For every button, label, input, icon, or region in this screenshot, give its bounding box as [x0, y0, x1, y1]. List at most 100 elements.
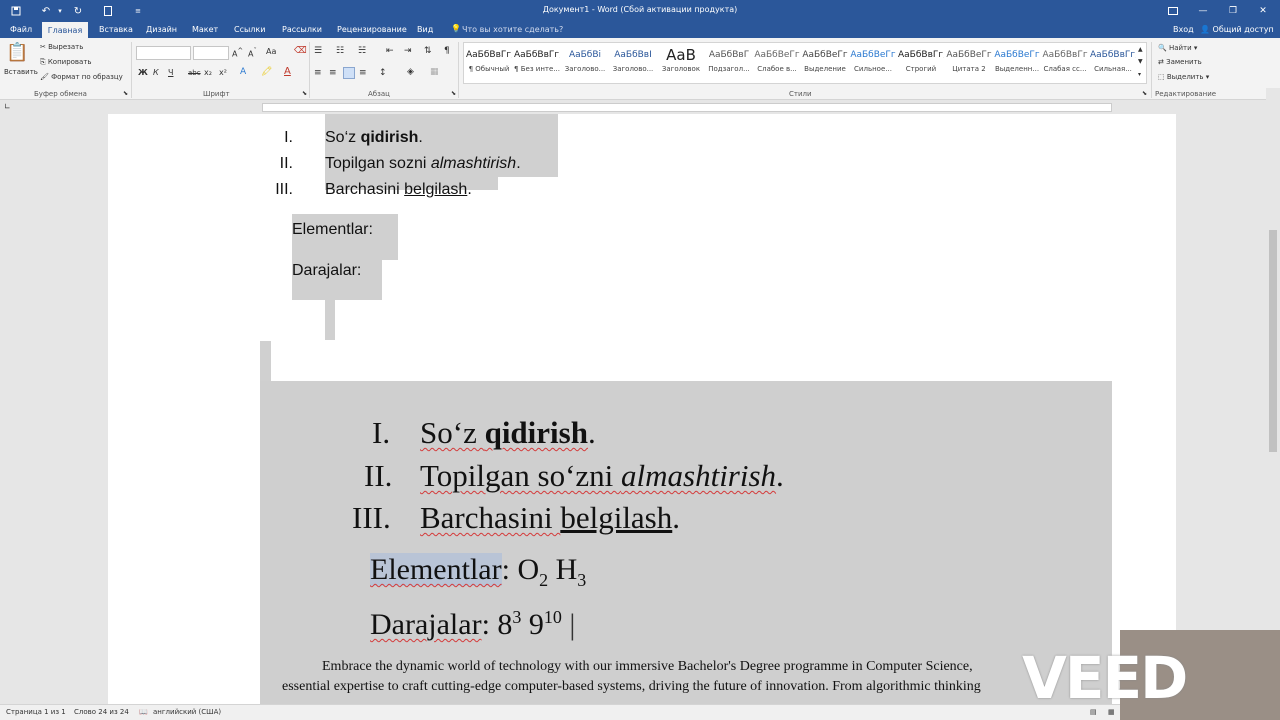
language-indicator[interactable]: английский (США) [153, 708, 221, 716]
bullets-icon[interactable]: ☰ [314, 46, 322, 56]
image-list-number: I. [372, 415, 391, 450]
page-count[interactable]: Страница 1 из 1 [6, 708, 66, 716]
align-left-icon[interactable]: ≡ [314, 68, 322, 78]
style-name: Строгий [905, 65, 937, 73]
word-count[interactable]: Слово 24 из 24 [74, 708, 129, 716]
paste-button[interactable]: Вставить [4, 68, 38, 76]
select-label: Выделить [1166, 73, 1204, 81]
style-gallery-item[interactable]: АаБбВвГг, Строгий [898, 45, 944, 83]
vertical-scrollbar[interactable] [1266, 88, 1280, 704]
separator [458, 42, 459, 98]
horizontal-ruler[interactable]: ∟ [0, 100, 1280, 114]
tab-home[interactable]: Главная [42, 22, 88, 38]
copy-button[interactable]: ⎘ Копировать [40, 58, 92, 67]
align-center-icon[interactable]: ≡ [329, 68, 337, 78]
sign-in-link[interactable]: Вход [1173, 25, 1194, 34]
editing-group-label: Редактирование [1155, 90, 1217, 98]
styles-launcher-icon[interactable]: ⬊ [1142, 90, 1147, 97]
proofing-icon[interactable]: 📖 [139, 708, 148, 716]
selection-highlight [260, 341, 271, 381]
style-gallery-item[interactable]: АаБбВвІ Заголово... [610, 45, 656, 83]
pilcrow-icon[interactable]: ¶ [444, 46, 450, 56]
style-gallery-item[interactable]: АаБбВеГг Выделение [802, 45, 848, 83]
borders-icon[interactable]: ▦ [430, 67, 439, 77]
paragraph-launcher-icon[interactable]: ⬊ [451, 90, 456, 97]
select-button[interactable]: ⬚ Выделить ▾ [1158, 73, 1209, 81]
gallery-more-icon[interactable]: ▾ [1138, 71, 1141, 78]
strikethrough-button[interactable]: abc [188, 69, 201, 77]
restore-icon[interactable]: ❐ [1222, 2, 1244, 20]
tab-review[interactable]: Рецензирование [337, 25, 407, 34]
line-spacing-icon[interactable]: ↕ [379, 68, 387, 78]
close-icon[interactable]: ✕ [1252, 2, 1274, 20]
decrease-indent-icon[interactable]: ⇤ [386, 46, 394, 56]
paste-icon[interactable]: 📋 [6, 42, 28, 63]
list-text: Topilgan sozni almashtirish. [325, 155, 521, 172]
text-effects-icon[interactable]: A [240, 67, 246, 77]
numbering-icon[interactable]: ☷ [336, 46, 344, 56]
ruler-track[interactable] [262, 103, 1112, 112]
share-button[interactable]: 👤 Общий доступ [1200, 25, 1274, 34]
bold-button[interactable]: Ж [138, 68, 148, 77]
minimize-icon[interactable]: — [1192, 2, 1214, 20]
font-launcher-icon[interactable]: ⬊ [302, 90, 307, 97]
style-gallery-item[interactable]: АаБбВвГг Слабая сс... [1042, 45, 1088, 83]
change-case-icon[interactable]: Aa [266, 47, 276, 56]
shrink-font-icon[interactable]: Aˇ [248, 47, 257, 59]
gallery-down-icon[interactable]: ▼ [1138, 58, 1143, 65]
gallery-up-icon[interactable]: ▲ [1138, 46, 1143, 53]
document-page[interactable]: I. So‘z qidirish. II. Topilgan sozni alm… [108, 114, 1176, 704]
align-right-button[interactable] [343, 67, 355, 79]
clear-format-icon[interactable]: ⌫ [294, 46, 307, 56]
highlight-icon[interactable]: 🖍 [261, 67, 272, 77]
clipboard-launcher-icon[interactable]: ⬊ [123, 90, 128, 97]
vertical-ruler[interactable] [0, 114, 14, 704]
style-name: Заголово... [612, 65, 654, 73]
image-list-text: Topilgan so‘zni almashtirish. [420, 458, 784, 493]
style-gallery-item[interactable]: АаБбВвГг, ¶ Обычный [466, 45, 512, 83]
find-button[interactable]: 🔍 Найти ▾ [1158, 44, 1197, 52]
tab-references[interactable]: Ссылки [234, 25, 265, 34]
style-gallery-item[interactable]: АаБбВеГг Сильное... [850, 45, 896, 83]
font-color-icon[interactable]: A [284, 66, 291, 77]
replace-button[interactable]: ⇄ Заменить [1158, 58, 1202, 66]
scrollbar-thumb[interactable] [1269, 230, 1277, 452]
underline-button[interactable]: Ч [168, 68, 173, 77]
italic-button[interactable]: К [153, 68, 159, 77]
tab-file[interactable]: Файл [10, 25, 32, 34]
style-gallery-item[interactable]: АаБбВвГг, ¶ Без инте... [514, 45, 560, 83]
style-gallery-item[interactable]: АаБбВвГг, Сильная... [1090, 45, 1136, 83]
subscript-button[interactable]: x₂ [204, 68, 212, 77]
style-gallery-item[interactable]: АаБбВеГг Выделенн... [994, 45, 1040, 83]
tab-selector-icon[interactable]: ∟ [4, 102, 11, 111]
tab-layout[interactable]: Макет [192, 25, 218, 34]
superscript-button[interactable]: x² [219, 68, 227, 77]
increase-indent-icon[interactable]: ⇥ [404, 46, 412, 56]
tab-view[interactable]: Вид [417, 25, 433, 34]
font-size-combo[interactable] [193, 46, 229, 60]
style-gallery-item[interactable]: АаБбВеГг Слабое в... [754, 45, 800, 83]
font-name-combo[interactable] [136, 46, 191, 60]
format-painter-button[interactable]: 🖌 Формат по образцу [40, 73, 123, 81]
style-gallery-item[interactable]: АаВ Заголовок [658, 45, 704, 83]
shading-icon[interactable]: ◈ [407, 67, 414, 77]
ribbon-tabs: Файл Главная Вставка Дизайн Макет Ссылки… [0, 22, 1280, 38]
style-gallery-item[interactable]: АаБбВі Заголово... [562, 45, 608, 83]
style-name: Подзагол... [708, 65, 750, 73]
multilevel-icon[interactable]: ☵ [358, 46, 366, 56]
tab-design[interactable]: Дизайн [146, 25, 177, 34]
justify-icon[interactable]: ≡ [359, 68, 367, 78]
tell-me-input[interactable]: Что вы хотите сделать? [462, 25, 563, 34]
grow-font-icon[interactable]: A^ [232, 47, 243, 59]
image-elementlar-line: Elementlar: O2 H3 [370, 553, 587, 590]
style-gallery-item[interactable]: АаБбВвГ Подзагол... [706, 45, 752, 83]
ribbon-display-icon[interactable] [1162, 2, 1184, 20]
style-preview: АаБбВеГг [994, 50, 1040, 60]
style-name: Выделение [804, 65, 846, 73]
tab-insert[interactable]: Вставка [99, 25, 133, 34]
cut-button[interactable]: ✂ Вырезать [40, 43, 83, 51]
sort-icon[interactable]: ⇅ [424, 46, 432, 56]
style-gallery-item[interactable]: АаБбВеГг Цитата 2 [946, 45, 992, 83]
reference-image[interactable]: I. So‘z qidirish. II. Topilgan so‘zni al… [260, 381, 1112, 704]
tab-mailings[interactable]: Рассылки [282, 25, 322, 34]
